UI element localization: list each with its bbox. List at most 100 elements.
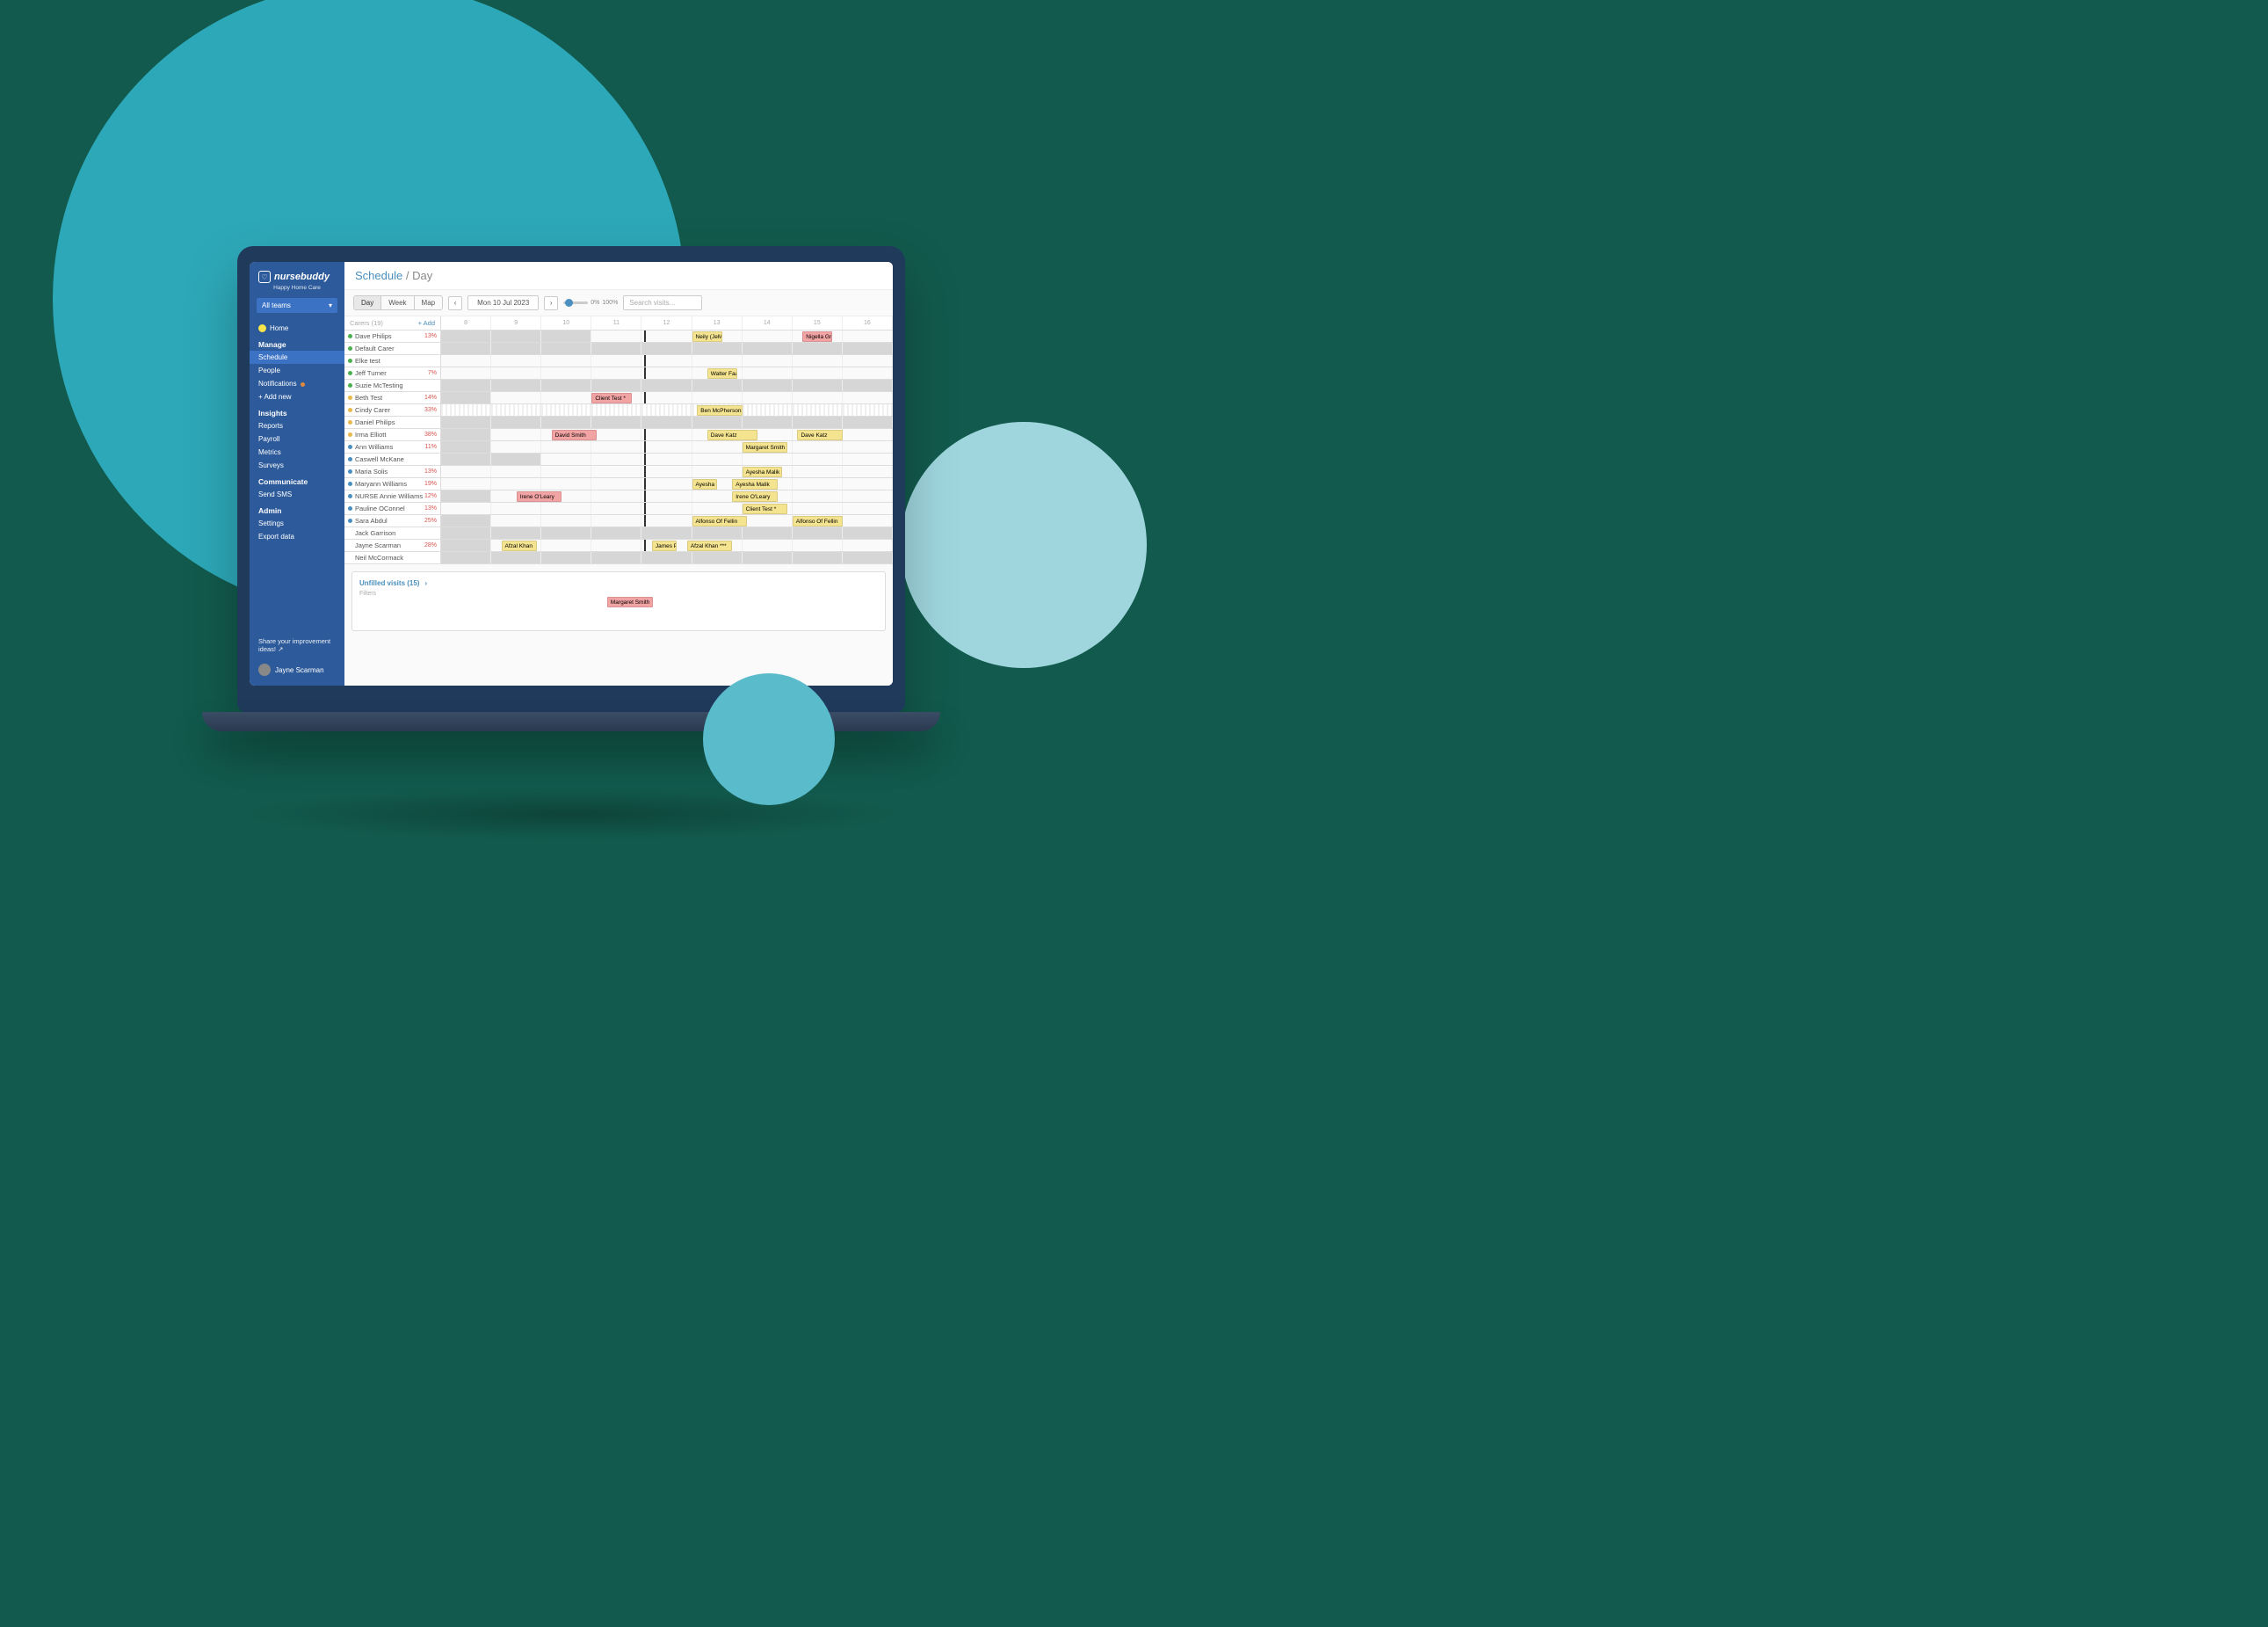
main-content: Schedule / Day DayWeekMap ‹ Mon 10 Jul 2… (344, 262, 893, 686)
visit-block[interactable]: Ayesha Malik (692, 479, 718, 490)
carer-row[interactable]: Maryann Williams19% (344, 478, 440, 490)
timeline-row[interactable] (441, 380, 893, 392)
unfilled-visit-block[interactable]: Margaret Smith (607, 597, 653, 607)
carer-row[interactable]: Caswell McKane (344, 454, 440, 466)
visit-block[interactable]: Afzal Khan *** (687, 541, 732, 551)
timeline-row[interactable] (441, 355, 893, 367)
visit-block[interactable]: Client Test * (591, 393, 632, 403)
visit-block[interactable]: Dave Katz (707, 430, 757, 440)
teams-dropdown[interactable]: All teams ▾ (257, 298, 337, 313)
visit-block[interactable]: Irene O'Leary (732, 491, 777, 502)
timeline-row[interactable]: Irene O'Leary Irene O'Leary (441, 490, 893, 503)
sidebar-item[interactable]: Send SMS (250, 488, 344, 501)
chevron-right-icon[interactable]: › (424, 579, 427, 587)
zoom-slider[interactable]: 0% 100% (563, 300, 618, 306)
carer-row[interactable]: Default Carer (344, 343, 440, 355)
carer-row[interactable]: Ann Williams11% (344, 441, 440, 454)
visit-block[interactable]: Alfonso Of Fellin (692, 516, 748, 527)
carer-row[interactable]: Maria Solis13% (344, 466, 440, 478)
carer-row[interactable]: Irma Elliott38% (344, 429, 440, 441)
view-tab[interactable]: Week (381, 296, 414, 309)
carer-name: Neil McCormack (355, 554, 437, 562)
sidebar-item[interactable]: Settings (250, 517, 344, 530)
visit-block[interactable]: Ayesha Malik (743, 467, 783, 477)
status-dot-icon (348, 408, 352, 412)
status-dot-icon (348, 469, 352, 474)
sidebar-item[interactable]: + Add new (250, 390, 344, 403)
search-input[interactable]: Search visits... (623, 295, 702, 310)
add-carer-button[interactable]: + Add (418, 319, 435, 327)
breadcrumb-root[interactable]: Schedule (355, 269, 402, 282)
carer-row[interactable]: Pauline OConnel13% (344, 503, 440, 515)
carer-row[interactable]: Suzie McTesting (344, 380, 440, 392)
timeline-row[interactable]: Ben McPherson (441, 404, 893, 417)
visit-block[interactable]: James Peters (652, 541, 678, 551)
timeline-row[interactable]: Alfonso Of Fellin Alfonso Of Fellin (441, 515, 893, 527)
sidebar-item[interactable]: Notifications (250, 377, 344, 390)
time-header: 8910111213141516 (441, 316, 893, 330)
carer-row[interactable]: Elke test (344, 355, 440, 367)
utilisation-pct: 13% (424, 468, 437, 475)
carer-name: Jack Garrison (355, 529, 437, 537)
visit-block[interactable]: Walter Faasn (707, 368, 737, 379)
unfilled-title[interactable]: Unfilled visits (15) (359, 579, 419, 587)
timeline-row[interactable]: Afzal Khan James Peters Afzal Khan *** (441, 540, 893, 552)
date-display[interactable]: Mon 10 Jul 2023 (467, 295, 539, 310)
carer-row[interactable]: Jeff Turner7% (344, 367, 440, 380)
visit-block[interactable]: Nigella Grant (802, 331, 832, 342)
sidebar-home[interactable]: Home (250, 322, 344, 335)
visit-block[interactable]: Ben McPherson (697, 405, 742, 416)
visit-block[interactable]: Dave Katz (797, 430, 842, 440)
share-ideas-link[interactable]: Share your improvement ideas! ↗ (250, 632, 344, 660)
carer-row[interactable]: Beth Test14% (344, 392, 440, 404)
timeline-row[interactable]: Margaret Smith (441, 441, 893, 454)
carer-row[interactable]: Dave Philips13% (344, 330, 440, 343)
sidebar-item[interactable]: Surveys (250, 459, 344, 472)
hour-label: 15 (793, 316, 843, 330)
carer-name: Sara Abdul (355, 517, 424, 525)
timeline-row[interactable]: Client Test * (441, 392, 893, 404)
timeline-row[interactable]: Ayesha Malik (441, 466, 893, 478)
carer-row[interactable]: Cindy Carer33% (344, 404, 440, 417)
timeline-row[interactable]: Neily (JeMarq) Nigella Grant (441, 330, 893, 343)
status-dot-icon (348, 396, 352, 400)
sidebar-item[interactable]: Payroll (250, 432, 344, 446)
timeline-row[interactable] (441, 454, 893, 466)
carer-row[interactable]: Sara Abdul25% (344, 515, 440, 527)
visit-block[interactable]: David Smith (552, 430, 597, 440)
unfilled-filter[interactable]: Filters (359, 591, 878, 597)
timeline-row[interactable] (441, 343, 893, 355)
timeline-row[interactable]: David Smith Dave Katz Dave Katz (441, 429, 893, 441)
visit-block[interactable]: Ayesha Malik (732, 479, 777, 490)
sidebar-user[interactable]: Jayne Scarman (250, 659, 344, 680)
visit-block[interactable]: Alfonso Of Fellin (793, 516, 843, 527)
sidebar-item[interactable]: Metrics (250, 446, 344, 459)
utilisation-pct: 12% (424, 493, 437, 499)
timeline-row[interactable] (441, 552, 893, 564)
timeline-row[interactable] (441, 417, 893, 429)
view-tab[interactable]: Day (354, 296, 381, 309)
next-day-button[interactable]: › (544, 296, 558, 310)
carer-row[interactable]: NURSE Annie Williams12% (344, 490, 440, 503)
timeline-row[interactable] (441, 527, 893, 540)
timeline-row[interactable]: Ayesha Malik Ayesha Malik (441, 478, 893, 490)
prev-day-button[interactable]: ‹ (448, 296, 462, 310)
notification-badge-icon (301, 382, 305, 387)
sidebar-item[interactable]: Export data (250, 530, 344, 543)
view-tab[interactable]: Map (415, 296, 443, 309)
carer-row[interactable]: Daniel Philips (344, 417, 440, 429)
visit-block[interactable]: Afzal Khan (502, 541, 537, 551)
sidebar-item[interactable]: People (250, 364, 344, 377)
visit-block[interactable]: Client Test * (743, 504, 787, 514)
carer-row[interactable]: Jack Garrison (344, 527, 440, 540)
timeline-row[interactable]: Client Test * (441, 503, 893, 515)
visit-block[interactable]: Irene O'Leary (517, 491, 562, 502)
visit-block[interactable]: Neily (JeMarq) (692, 331, 722, 342)
carer-row[interactable]: Neil McCormack (344, 552, 440, 564)
carer-name: NURSE Annie Williams (355, 492, 424, 500)
carer-row[interactable]: Jayne Scarman28% (344, 540, 440, 552)
sidebar-item[interactable]: Schedule (250, 351, 344, 364)
timeline-row[interactable]: Walter Faasn (441, 367, 893, 380)
visit-block[interactable]: Margaret Smith (743, 442, 787, 453)
sidebar-item[interactable]: Reports (250, 419, 344, 432)
